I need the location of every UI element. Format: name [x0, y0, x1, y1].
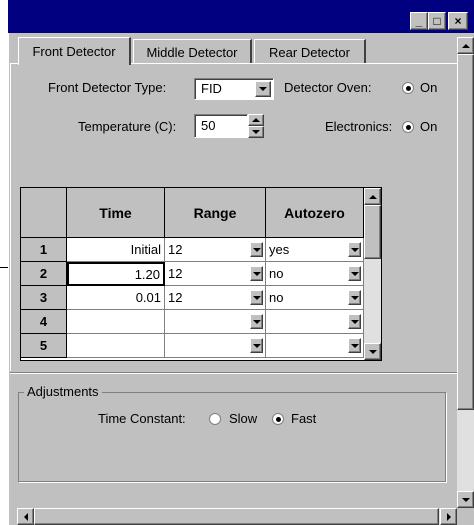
title-bar	[8, 0, 474, 33]
chevron-down-icon[interactable]	[250, 290, 263, 305]
chevron-down-icon[interactable]	[348, 338, 361, 353]
autozero-value: no	[269, 266, 284, 281]
time-constant-label: Time Constant:	[98, 411, 186, 426]
tab-middle-detector[interactable]: Middle Detector	[133, 39, 252, 64]
temperature-label: Temperature (C):	[78, 119, 177, 134]
time-cell[interactable]: 0.01	[67, 286, 165, 310]
scroll-up-icon[interactable]	[457, 37, 474, 54]
spin-up-icon[interactable]	[248, 114, 264, 126]
maximize-button[interactable]: □	[428, 12, 446, 30]
range-cell[interactable]: 12	[165, 262, 266, 286]
divider	[10, 372, 457, 373]
range-cell[interactable]: 12	[165, 238, 266, 262]
autozero-cell[interactable]: yes	[266, 238, 364, 262]
range-cell[interactable]	[165, 310, 266, 334]
scroll-thumb[interactable]	[457, 54, 474, 410]
electronics-label: Electronics:	[325, 119, 393, 134]
window-vertical-scrollbar[interactable]	[457, 37, 474, 508]
column-header-time: Time	[67, 188, 165, 238]
time-constant-slow-label: Slow	[229, 411, 258, 426]
row-header: 3	[21, 286, 67, 310]
row-header: 2	[21, 262, 67, 286]
table-scrollbar[interactable]	[364, 188, 381, 360]
time-cell[interactable]	[67, 334, 165, 358]
chevron-down-icon[interactable]	[348, 242, 361, 257]
autozero-value: no	[269, 290, 284, 305]
timed-events-table: Time Range Autozero 1 Initial 12 yes 2 1…	[20, 187, 382, 361]
detector-type-value: FID	[201, 81, 222, 96]
detector-oven-label: Detector Oven:	[284, 80, 372, 95]
detector-oven-on-radio[interactable]	[402, 82, 414, 94]
detector-oven-on-label: On	[420, 80, 438, 95]
tab-rear-detector[interactable]: Rear Detector	[254, 39, 366, 64]
chevron-down-icon[interactable]	[250, 242, 263, 257]
column-header-range: Range	[165, 188, 266, 238]
chevron-down-icon[interactable]	[250, 338, 263, 353]
chevron-down-icon[interactable]	[348, 266, 361, 281]
scroll-down-icon[interactable]	[457, 491, 474, 508]
temperature-value: 50	[201, 118, 216, 133]
table-corner	[21, 188, 67, 238]
minimize-button[interactable]: _	[410, 12, 428, 30]
range-cell[interactable]: 12	[165, 286, 266, 310]
scroll-left-icon[interactable]	[17, 508, 34, 525]
scroll-right-icon[interactable]	[440, 508, 457, 525]
close-button[interactable]: ×	[448, 12, 468, 30]
row-header: 1	[21, 238, 67, 262]
temperature-input[interactable]: 50	[194, 114, 248, 138]
time-constant-slow-radio[interactable]	[209, 413, 221, 425]
range-cell[interactable]	[165, 334, 266, 358]
time-constant-fast-label: Fast	[291, 411, 317, 426]
scroll-down-icon[interactable]	[364, 343, 381, 360]
tab-label: Middle Detector	[146, 44, 238, 60]
autozero-cell[interactable]	[266, 310, 364, 334]
electronics-on-radio[interactable]	[402, 121, 414, 133]
tab-label: Front Detector	[32, 44, 116, 59]
row-header: 5	[21, 334, 67, 358]
autozero-cell[interactable]: no	[266, 262, 364, 286]
adjustments-group	[18, 392, 446, 482]
range-value: 12	[168, 266, 183, 281]
range-value: 12	[168, 290, 183, 305]
tab-front-detector[interactable]: Front Detector	[18, 37, 131, 65]
chevron-down-icon[interactable]	[250, 266, 263, 281]
scroll-thumb[interactable]	[34, 508, 439, 525]
close-icon: ×	[454, 14, 462, 28]
autozero-cell[interactable]: no	[266, 286, 364, 310]
range-value: 12	[168, 242, 183, 257]
autozero-cell[interactable]	[266, 334, 364, 358]
column-header-autozero: Autozero	[266, 188, 364, 238]
chevron-down-icon[interactable]	[348, 314, 361, 329]
spin-down-icon[interactable]	[248, 126, 264, 138]
time-cell-selected[interactable]: 1.20	[67, 262, 165, 286]
chevron-down-icon[interactable]	[255, 81, 271, 97]
time-cell[interactable]: Initial	[67, 238, 165, 262]
chevron-down-icon[interactable]	[348, 290, 361, 305]
tab-label: Rear Detector	[269, 44, 350, 60]
maximize-icon: □	[433, 14, 441, 28]
minimize-icon: _	[415, 14, 423, 28]
time-constant-fast-radio[interactable]	[272, 413, 284, 425]
scroll-up-icon[interactable]	[364, 188, 381, 205]
scroll-thumb[interactable]	[364, 205, 381, 259]
detector-type-select[interactable]: FID	[194, 78, 274, 100]
adjustments-group-label: Adjustments	[24, 384, 102, 399]
autozero-value: yes	[269, 242, 290, 257]
chevron-down-icon[interactable]	[250, 314, 263, 329]
time-cell[interactable]	[67, 310, 165, 334]
size-grip[interactable]	[457, 508, 474, 525]
row-header: 4	[21, 310, 67, 334]
detector-type-label: Front Detector Type:	[48, 80, 167, 95]
electronics-on-label: On	[420, 119, 438, 134]
window-horizontal-scrollbar[interactable]	[17, 508, 457, 525]
